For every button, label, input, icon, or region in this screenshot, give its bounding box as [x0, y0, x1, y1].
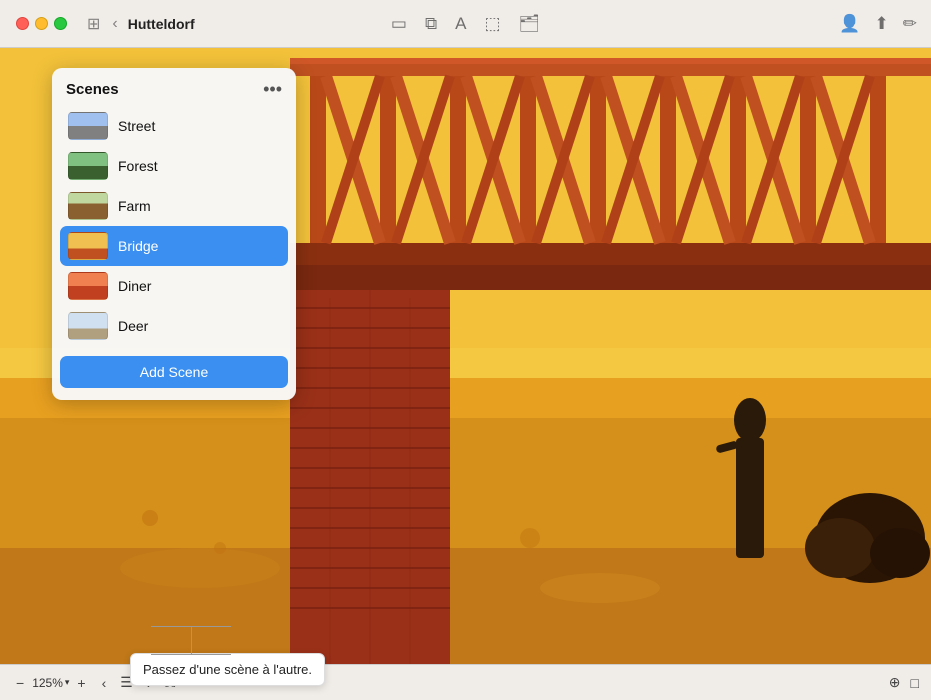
scenes-title: Scenes	[66, 81, 119, 98]
zoom-fit-button[interactable]: ⊕	[889, 674, 901, 691]
scene-thumbnail-deer	[68, 312, 108, 340]
prev-scene-button[interactable]: ‹	[98, 673, 111, 693]
scene-thumbnail-forest	[68, 152, 108, 180]
edit-icon[interactable]: ✏	[903, 14, 917, 34]
zoom-controls: − 125% ▾ +	[12, 673, 90, 693]
list-item[interactable]: Street	[60, 106, 288, 146]
scene-label: Diner	[118, 278, 151, 294]
scenes-panel: Scenes ••• Street Forest Farm Bridge Din…	[52, 68, 296, 400]
tooltip-text: Passez d'une scène à l'autre.	[143, 662, 312, 677]
scene-thumbnail-farm	[68, 192, 108, 220]
scene-list: Street Forest Farm Bridge Diner Deer	[52, 106, 296, 346]
zoom-in-button[interactable]: +	[73, 673, 89, 693]
zoom-out-button[interactable]: −	[12, 673, 28, 693]
tooltip-callout: Passez d'une scène à l'autre.	[130, 653, 325, 686]
sidebar-toggle-button[interactable]: ⊞	[83, 12, 104, 36]
scene-label: Bridge	[118, 238, 158, 254]
scene-thumbnail-diner	[68, 272, 108, 300]
list-item[interactable]: Forest	[60, 146, 288, 186]
list-item[interactable]: Diner	[60, 266, 288, 306]
statusbar-right: ⊕ □	[889, 674, 919, 691]
minimize-button[interactable]	[35, 17, 48, 30]
panel-toggle-button[interactable]: □	[911, 675, 919, 691]
zoom-chevron-icon: ▾	[65, 677, 70, 688]
toolbar-center: ▭ ⧉ A ⬚ 🗂	[391, 14, 540, 34]
back-button[interactable]: ‹	[108, 13, 121, 35]
list-item-active[interactable]: Bridge	[60, 226, 288, 266]
scene-label: Deer	[118, 318, 148, 334]
fullscreen-button[interactable]	[54, 17, 67, 30]
image-icon[interactable]: ⬚	[484, 14, 500, 34]
layers-icon[interactable]: ⧉	[425, 14, 437, 34]
nav-controls: ⊞ ‹	[83, 12, 122, 36]
text-icon[interactable]: A	[455, 14, 466, 34]
scenes-menu-button[interactable]: •••	[263, 80, 282, 98]
person-icon[interactable]: 👤	[839, 14, 860, 34]
scene-thumbnail-bridge	[68, 232, 108, 260]
page-title: Hutteldorf	[128, 16, 195, 32]
close-button[interactable]	[16, 17, 29, 30]
scenes-header: Scenes •••	[52, 68, 296, 106]
rectangle-icon[interactable]: ▭	[391, 14, 407, 34]
titlebar: ⊞ ‹ Hutteldorf ▭ ⧉ A ⬚ 🗂 👤 ⬆ ✏	[0, 0, 931, 48]
scene-label: Farm	[118, 198, 151, 214]
traffic-lights	[0, 17, 67, 30]
scene-label: Forest	[118, 158, 158, 174]
list-item[interactable]: Farm	[60, 186, 288, 226]
zoom-value[interactable]: 125% ▾	[32, 676, 69, 690]
share-icon[interactable]: ⬆	[875, 14, 889, 34]
scene-label: Street	[118, 118, 155, 134]
add-scene-button[interactable]: Add Scene	[60, 356, 288, 388]
list-item[interactable]: Deer	[60, 306, 288, 346]
toolbar-right: 👤 ⬆ ✏	[839, 14, 917, 34]
folder-icon[interactable]: 🗂	[519, 14, 541, 34]
scene-thumbnail-street	[68, 112, 108, 140]
